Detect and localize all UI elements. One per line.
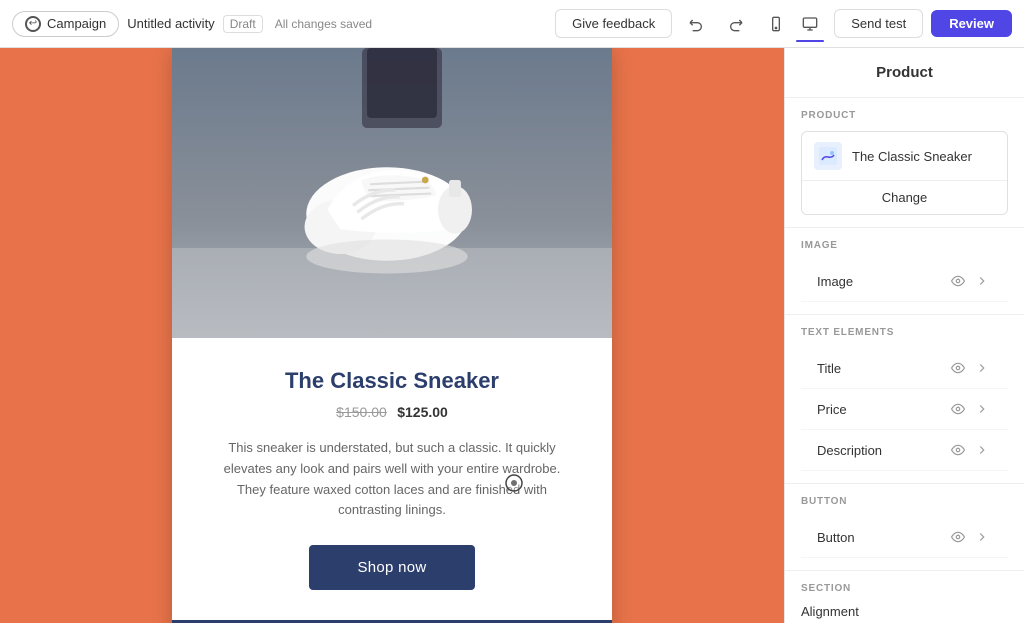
panel-title: Product	[785, 48, 1024, 98]
saved-status: All changes saved	[275, 17, 372, 31]
send-test-label: Send test	[851, 16, 906, 31]
description-row-actions	[948, 440, 992, 460]
undo-button[interactable]	[680, 8, 712, 40]
review-label: Review	[949, 16, 994, 31]
image-eye-icon[interactable]	[948, 271, 968, 291]
email-preview: The Classic Sneaker $150.00 $125.00 This…	[172, 48, 612, 623]
product-image-section	[172, 48, 612, 338]
price-row[interactable]: Price	[801, 389, 1008, 430]
topbar: ↩ Campaign Untitled activity Draft All c…	[0, 0, 1024, 48]
right-panel: Product PRODUCT The Classic Sneaker Chan…	[784, 48, 1024, 623]
button-row-actions	[948, 527, 992, 547]
section-settings-label: SECTION	[801, 583, 1008, 594]
image-row[interactable]: Image	[801, 261, 1008, 302]
product-selector: The Classic Sneaker Change	[801, 131, 1008, 215]
product-description: This sneaker is understated, but such a …	[212, 438, 572, 521]
price-area: $150.00 $125.00	[212, 404, 572, 422]
product-item[interactable]: The Classic Sneaker	[802, 132, 1007, 181]
device-toggle-group	[760, 8, 826, 40]
canvas-area: The Classic Sneaker $150.00 $125.00 This…	[0, 48, 784, 623]
button-row[interactable]: Button	[801, 517, 1008, 558]
mobile-view-button[interactable]	[760, 8, 792, 40]
activity-title: Untitled activity	[127, 16, 214, 31]
description-row[interactable]: Description	[801, 430, 1008, 471]
section-settings: SECTION Alignment	[785, 571, 1024, 623]
alignment-label: Alignment	[801, 604, 1008, 623]
image-row-actions	[948, 271, 992, 291]
image-row-label: Image	[817, 274, 853, 289]
product-item-name: The Classic Sneaker	[852, 149, 972, 164]
review-button[interactable]: Review	[931, 10, 1012, 37]
image-chevron-icon[interactable]	[972, 271, 992, 291]
change-product-button[interactable]: Change	[802, 181, 1007, 214]
shop-now-button[interactable]: Shop now	[309, 545, 474, 590]
price-row-label: Price	[817, 402, 847, 417]
title-row-actions	[948, 358, 992, 378]
send-test-button[interactable]: Send test	[834, 9, 923, 38]
title-chevron-icon[interactable]	[972, 358, 992, 378]
button-eye-icon[interactable]	[948, 527, 968, 547]
image-section-label: IMAGE	[801, 240, 1008, 251]
title-eye-icon[interactable]	[948, 358, 968, 378]
button-chevron-icon[interactable]	[972, 527, 992, 547]
feedback-button[interactable]: Give feedback	[555, 9, 672, 38]
product-content: The Classic Sneaker $150.00 $125.00 This…	[172, 338, 612, 620]
description-chevron-icon[interactable]	[972, 440, 992, 460]
price-old: $150.00	[336, 404, 387, 420]
product-section: PRODUCT The Classic Sneaker Change	[785, 98, 1024, 227]
product-section-label: PRODUCT	[801, 110, 1008, 121]
feedback-label: Give feedback	[572, 16, 655, 31]
image-section: IMAGE Image	[785, 228, 1024, 314]
price-eye-icon[interactable]	[948, 399, 968, 419]
campaign-icon: ↩	[25, 16, 41, 32]
product-name: The Classic Sneaker	[212, 368, 572, 394]
campaign-label: Campaign	[47, 16, 106, 31]
description-row-label: Description	[817, 443, 882, 458]
redo-button[interactable]	[720, 8, 752, 40]
button-section: BUTTON Button	[785, 484, 1024, 570]
desktop-view-button[interactable]	[794, 8, 826, 40]
product-thumbnail	[814, 142, 842, 170]
price-chevron-icon[interactable]	[972, 399, 992, 419]
description-eye-icon[interactable]	[948, 440, 968, 460]
text-elements-label: TEXT ELEMENTS	[801, 327, 1008, 338]
title-row-label: Title	[817, 361, 841, 376]
price-row-actions	[948, 399, 992, 419]
button-section-label: BUTTON	[801, 496, 1008, 507]
button-row-label: Button	[817, 530, 855, 545]
price-new: $125.00	[397, 404, 448, 420]
main-area: The Classic Sneaker $150.00 $125.00 This…	[0, 48, 1024, 623]
draft-badge: Draft	[223, 15, 263, 33]
title-row[interactable]: Title	[801, 348, 1008, 389]
text-elements-section: TEXT ELEMENTS Title Price	[785, 315, 1024, 483]
campaign-button[interactable]: ↩ Campaign	[12, 11, 119, 37]
